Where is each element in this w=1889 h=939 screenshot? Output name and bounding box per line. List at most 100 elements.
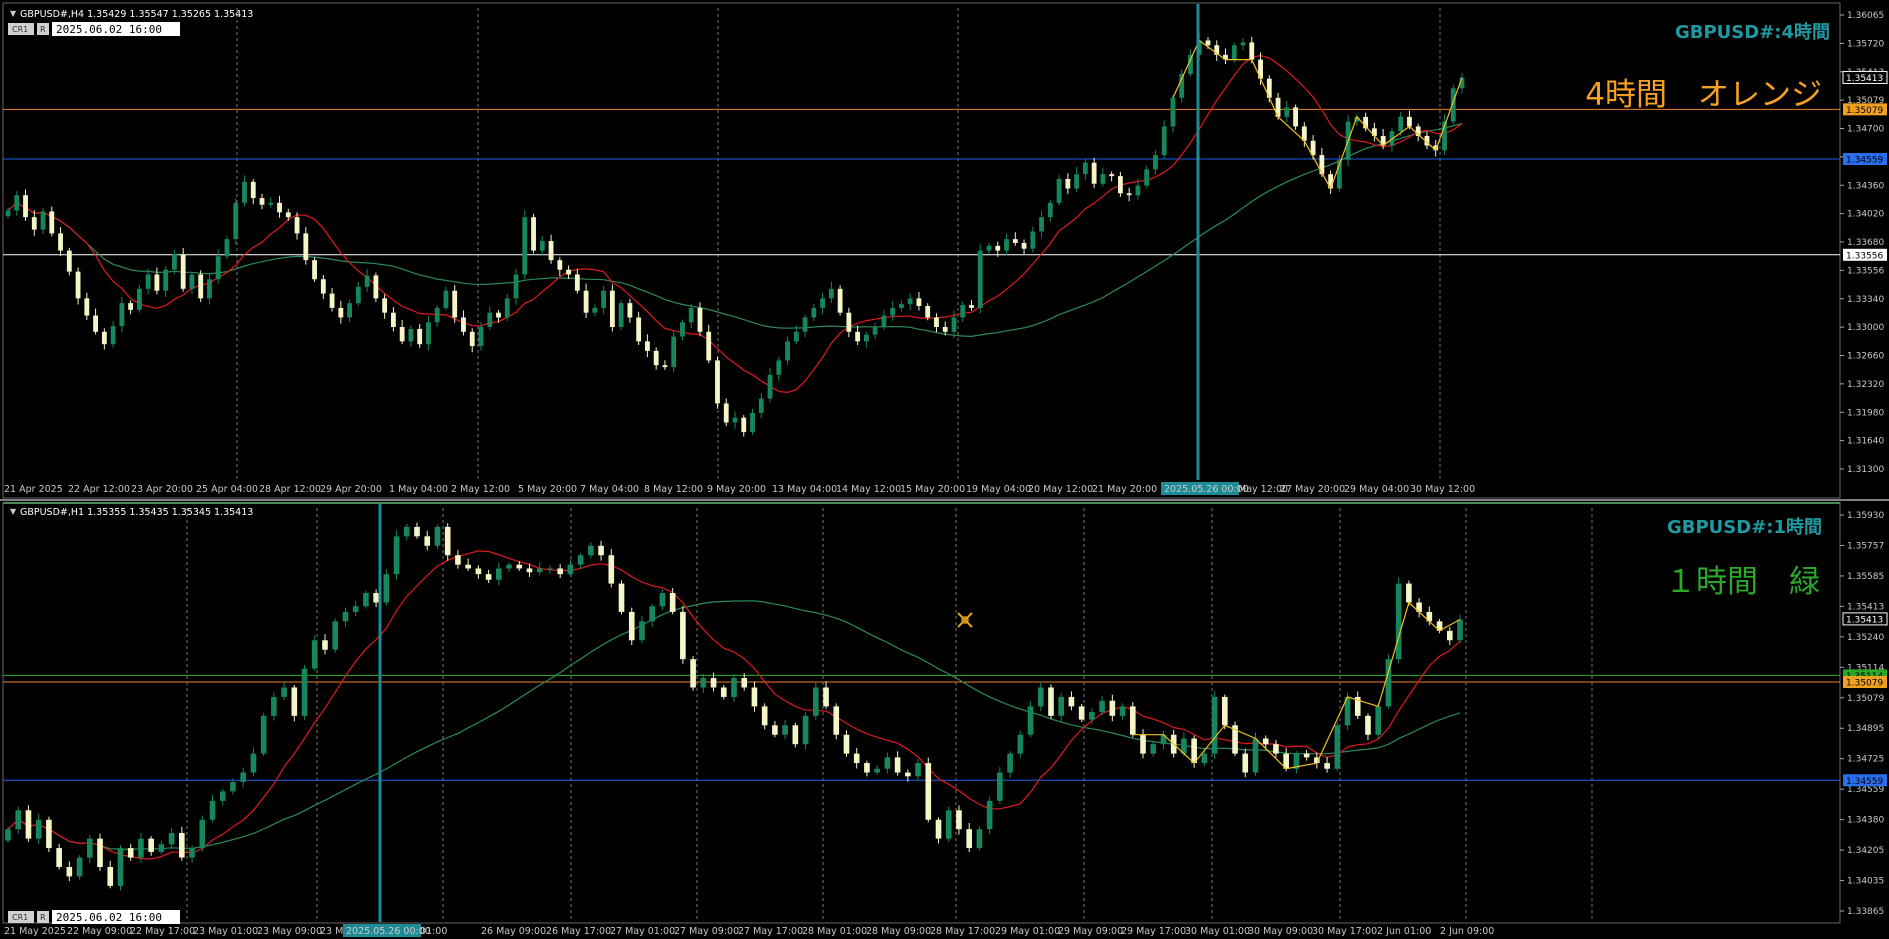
top-candle-body (224, 239, 230, 257)
top-candle-body (767, 374, 773, 399)
top-time-label: 23 Apr 20:00 (131, 484, 193, 495)
top-candle-body (863, 334, 869, 342)
bottom-price-label: 1.35079 (1847, 694, 1884, 704)
bottom-menu-triangle-icon[interactable]: ▼ (10, 507, 17, 516)
top-candle-body (583, 290, 589, 313)
bottom-candle-body (669, 593, 676, 612)
top-candle-body (697, 307, 703, 332)
top-time-label: 29 May 04:00 (1344, 484, 1409, 495)
bottom-candle-body (1150, 744, 1157, 754)
top-menu-triangle-icon[interactable]: ▼ (10, 9, 17, 18)
bottom-candle-body (1048, 687, 1054, 716)
top-candle-body (84, 298, 90, 316)
bottom-candle-body (1324, 763, 1330, 769)
top-candle-body (1249, 42, 1255, 60)
top-candle-body (662, 365, 668, 368)
top-candle-body (645, 341, 650, 351)
top-candle-body (671, 336, 677, 368)
bottom-price-label: 1.35757 (1847, 541, 1884, 551)
bottom-candle-body (291, 687, 298, 716)
bottom-candle-body (823, 687, 829, 707)
bottom-candle-body (567, 564, 574, 575)
bottom-candle-body (383, 574, 390, 603)
top-candle-body (14, 195, 20, 211)
top-candle-body (320, 279, 326, 294)
top-candle-body (1144, 169, 1150, 186)
top-candle-body (601, 290, 607, 308)
top-candle-body (1240, 42, 1246, 46)
bottom-time-label: 23 May 01:00 (193, 926, 258, 937)
top-candle-body (776, 360, 782, 375)
bottom-candle-body (240, 772, 246, 782)
top-candle-body (636, 317, 642, 342)
top-candle-body (5, 210, 11, 217)
top-candle-body (338, 307, 344, 318)
bottom-price-label: 1.34035 (1847, 877, 1884, 887)
top-candle-body (1004, 239, 1009, 251)
bottom-candle-body (1375, 706, 1382, 735)
top-candle-body (23, 195, 28, 218)
top-candle-body (1398, 116, 1404, 132)
top-ohlc-text: GBPUSD#,H4 1.35429 1.35547 1.35265 1.354… (20, 9, 253, 20)
bottom-candle-body (301, 668, 308, 716)
top-candle-body (242, 181, 247, 203)
top-candle-body (101, 331, 107, 345)
bottom-candle-body (536, 568, 543, 573)
bottom-candle-body (1058, 696, 1065, 716)
bottom-candle-body (138, 838, 144, 858)
top-time-label: 21 Apr 2025 (4, 484, 63, 495)
top-mark-text-current: 1.35413 (1846, 74, 1883, 84)
top-time-label: 9 May 20:00 (707, 484, 766, 495)
bottom-candle-body (271, 696, 277, 716)
bottom-time-label: 21 May 2025 (4, 926, 66, 937)
bottom-time-label: 27 May 17:00 (738, 926, 803, 937)
top-time-label: 28 Apr 12:00 (259, 484, 321, 495)
top-candle-body (548, 241, 554, 261)
top-time-label: 7 May 04:00 (580, 484, 639, 495)
bottom-mark-text-orange: 1.35079 (1846, 679, 1883, 689)
bottom-time-label: 29 May 17:00 (1121, 926, 1186, 937)
bottom-candle-body (1068, 696, 1075, 707)
top-label: 4時間 オレンジ (1585, 77, 1822, 113)
bottom-candle-body (608, 555, 615, 584)
bottom-candle-body (1109, 700, 1116, 716)
bottom-time-label: 22 May 17:00 (130, 926, 195, 937)
chart-svg[interactable]: 1.36065 1.35720 1.35413 1.35079 1.34700 1.345… (0, 0, 1889, 939)
bottom-r-label: R (40, 913, 46, 922)
top-price-label: 1.31300 (1847, 465, 1884, 475)
bottom-candle-body (772, 725, 778, 735)
top-mark-text-white: 1.33556 (1846, 251, 1883, 261)
bottom-time-label: 26 May 17:00 (546, 926, 611, 937)
top-mark-text-blue: 1.34559 (1846, 156, 1883, 166)
top-candle-body (382, 298, 388, 313)
bottom-time-label: 30 May 01:00 (1185, 926, 1250, 937)
bottom-candle-body (56, 848, 62, 867)
bottom-price-label: 1.35240 (1847, 633, 1884, 643)
top-candle-body (828, 288, 834, 299)
top-candle-body (180, 254, 186, 289)
bottom-time-label: 22 May 09:00 (67, 926, 132, 937)
bottom-candle-body (761, 706, 768, 726)
top-candle-body (855, 331, 861, 342)
top-candle-body (566, 269, 571, 275)
chart-window[interactable]: 1.36065 1.35720 1.35413 1.35079 1.34700 1.345… (0, 0, 1889, 939)
bottom-time-label: 28 May 01:00 (802, 926, 867, 937)
top-candle-body (417, 328, 423, 345)
top-candle-body (347, 303, 353, 318)
top-candle-body (172, 254, 177, 270)
top-candle-body (408, 328, 414, 342)
bottom-candle-body (843, 734, 850, 754)
bottom-candle-body (649, 606, 656, 622)
bottom-candle-body (485, 574, 492, 580)
bottom-candle-body (598, 545, 604, 556)
top-candle-body (373, 275, 379, 299)
top-candle-body (93, 315, 98, 332)
top-candle-body (1030, 231, 1036, 249)
top-time-label: May 12:00 (1238, 484, 1288, 495)
top-candle-body (154, 274, 160, 291)
top-candle-body (399, 327, 405, 342)
bottom-candle-body (792, 725, 799, 745)
bottom-candle-body (35, 819, 42, 839)
bottom-candle-body (1303, 753, 1310, 758)
bottom-candle-body (363, 593, 369, 607)
